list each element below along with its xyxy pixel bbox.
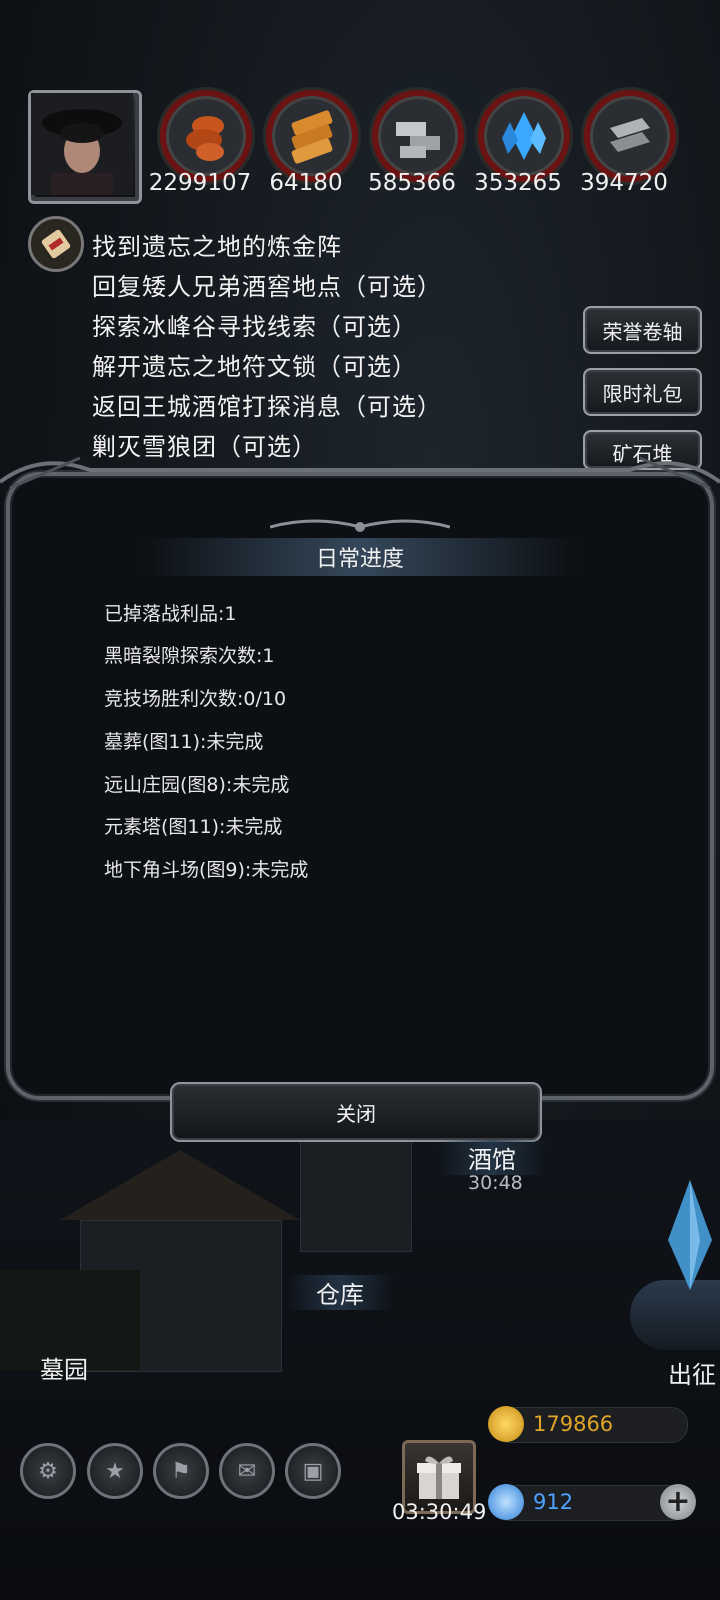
close-button[interactable]: 关闭 — [170, 1082, 542, 1142]
gold-coin-icon — [488, 1406, 524, 1442]
quest-item[interactable]: 回复矮人兄弟酒窖地点（可选） — [92, 267, 442, 302]
iron-icon — [610, 118, 650, 152]
cemetery-label[interactable]: 墓园 — [40, 1350, 88, 1385]
banner-icon: ⚑ — [171, 1458, 191, 1484]
gear-icon: ⚙ — [38, 1458, 58, 1484]
ore-resource[interactable] — [160, 90, 252, 182]
wood-value: 64180 — [269, 170, 343, 196]
limited-gift-button[interactable]: 限时礼包 — [583, 368, 702, 416]
progress-line: 已掉落战利品:1 — [104, 603, 237, 625]
iron-value: 394720 — [580, 170, 668, 196]
expedition-label[interactable]: 出征 — [668, 1355, 720, 1390]
quest-item[interactable]: 找到遗忘之地的炼金阵 — [92, 227, 342, 262]
tavern-building — [300, 1140, 412, 1252]
dialog-top-ornament — [0, 456, 720, 490]
iron-resource[interactable] — [584, 90, 676, 182]
guild-button[interactable]: ⚑ — [153, 1443, 209, 1499]
mail-button[interactable]: ✉ — [219, 1443, 275, 1499]
wood-icon — [291, 110, 333, 164]
add-currency-button[interactable]: + — [660, 1484, 696, 1520]
stone-resource[interactable] — [372, 90, 464, 182]
player-avatar[interactable] — [28, 90, 142, 204]
progress-line: 黑暗裂隙探索次数:1 — [104, 645, 275, 667]
gem-value: 912 — [533, 1490, 574, 1514]
gold-value: 179866 — [533, 1412, 614, 1436]
mail-icon: ✉ — [237, 1458, 257, 1484]
progress-line: 地下角斗场(图9):未完成 — [104, 859, 309, 881]
progress-line: 元素塔(图11):未完成 — [104, 816, 283, 838]
stone-icon — [396, 122, 440, 158]
title-ornament — [270, 519, 450, 532]
star-icon: ★ — [105, 1458, 125, 1484]
progress-line: 远山庄园(图8):未完成 — [104, 774, 290, 796]
dialog-title: 日常进度 — [140, 538, 580, 576]
ore-value: 2299107 — [148, 170, 252, 196]
quest-item[interactable]: 探索冰峰谷寻找线索（可选） — [92, 307, 417, 342]
settings-button[interactable]: ⚙ — [20, 1443, 76, 1499]
tavern-timer: 30:48 — [468, 1172, 523, 1194]
stone-value: 585366 — [368, 170, 456, 196]
portal-platform — [630, 1280, 720, 1350]
quest-item[interactable]: 返回王城酒馆打探消息（可选） — [92, 387, 442, 422]
achievement-button[interactable]: ★ — [87, 1443, 143, 1499]
blue-crystal-icon — [502, 112, 546, 160]
gift-icon — [417, 1456, 461, 1499]
scroll-icon — [41, 229, 71, 259]
progress-line: 墓葬(图11):未完成 — [104, 731, 264, 753]
crystal-icon — [668, 1180, 712, 1290]
honor-scroll-button[interactable]: 荣誉卷轴 — [583, 306, 702, 354]
progress-line: 竞技场胜利次数:0/10 — [104, 688, 287, 710]
chest-icon: ▣ — [302, 1458, 324, 1484]
shop-button[interactable]: ▣ — [285, 1443, 341, 1499]
crystal-value: 353265 — [474, 170, 562, 196]
ore-icon — [186, 116, 224, 161]
tavern-label[interactable]: 酒馆 — [438, 1140, 546, 1175]
warehouse-label[interactable]: 仓库 — [286, 1275, 394, 1310]
town-scene — [0, 1120, 720, 1600]
plus-icon: + — [665, 1484, 691, 1519]
wood-resource[interactable] — [266, 90, 358, 182]
crystal-resource[interactable] — [478, 90, 570, 182]
quest-scroll-button[interactable] — [28, 216, 84, 272]
gem-icon — [488, 1484, 524, 1520]
quest-item[interactable]: 解开遗忘之地符文锁（可选） — [92, 347, 417, 382]
gift-timer: 03:30:49 — [392, 1500, 487, 1524]
hooded-character-icon — [31, 93, 133, 195]
house-roof — [60, 1150, 300, 1220]
